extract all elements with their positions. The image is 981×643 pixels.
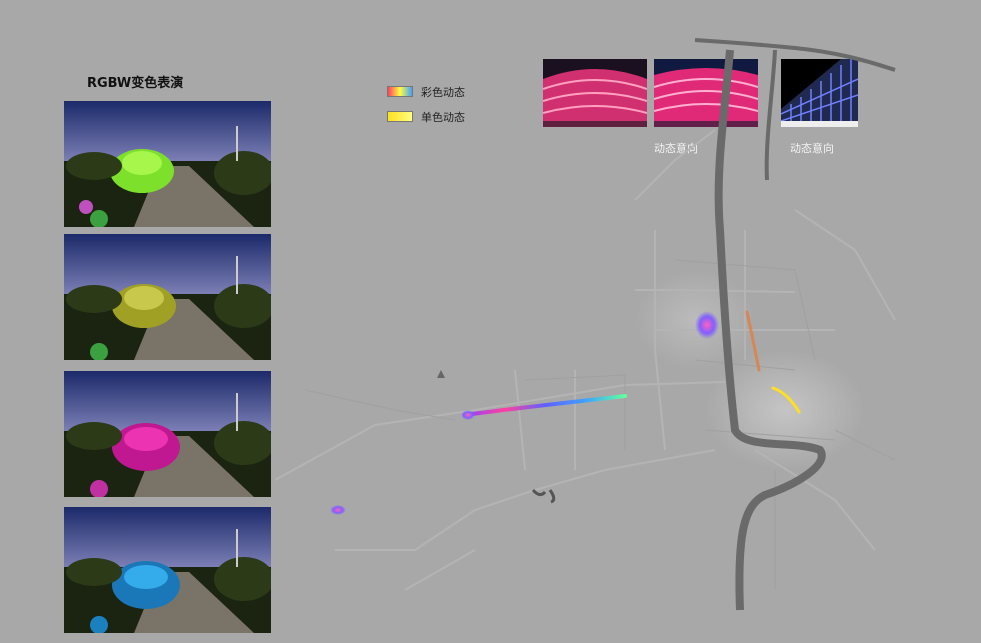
night-street-image [64, 101, 271, 227]
night-street-image [64, 507, 271, 633]
map-lake [531, 488, 556, 504]
night-street-image [64, 234, 271, 360]
photo-green-trees [64, 101, 271, 227]
river-branch [764, 49, 777, 181]
photo-magenta-trees [64, 371, 271, 497]
city-map [275, 38, 896, 611]
page-title: RGBW变色表演 [87, 76, 184, 91]
colorful-dynamic-spot [461, 410, 475, 420]
map-highlight [635, 270, 755, 370]
photo-yellow-trees [64, 234, 271, 360]
map-landmark [437, 370, 445, 378]
colorful-dynamic-spot [695, 311, 719, 339]
night-street-image [64, 371, 271, 497]
photo-blue-trees [64, 507, 271, 633]
colorful-dynamic-spot [330, 505, 346, 515]
